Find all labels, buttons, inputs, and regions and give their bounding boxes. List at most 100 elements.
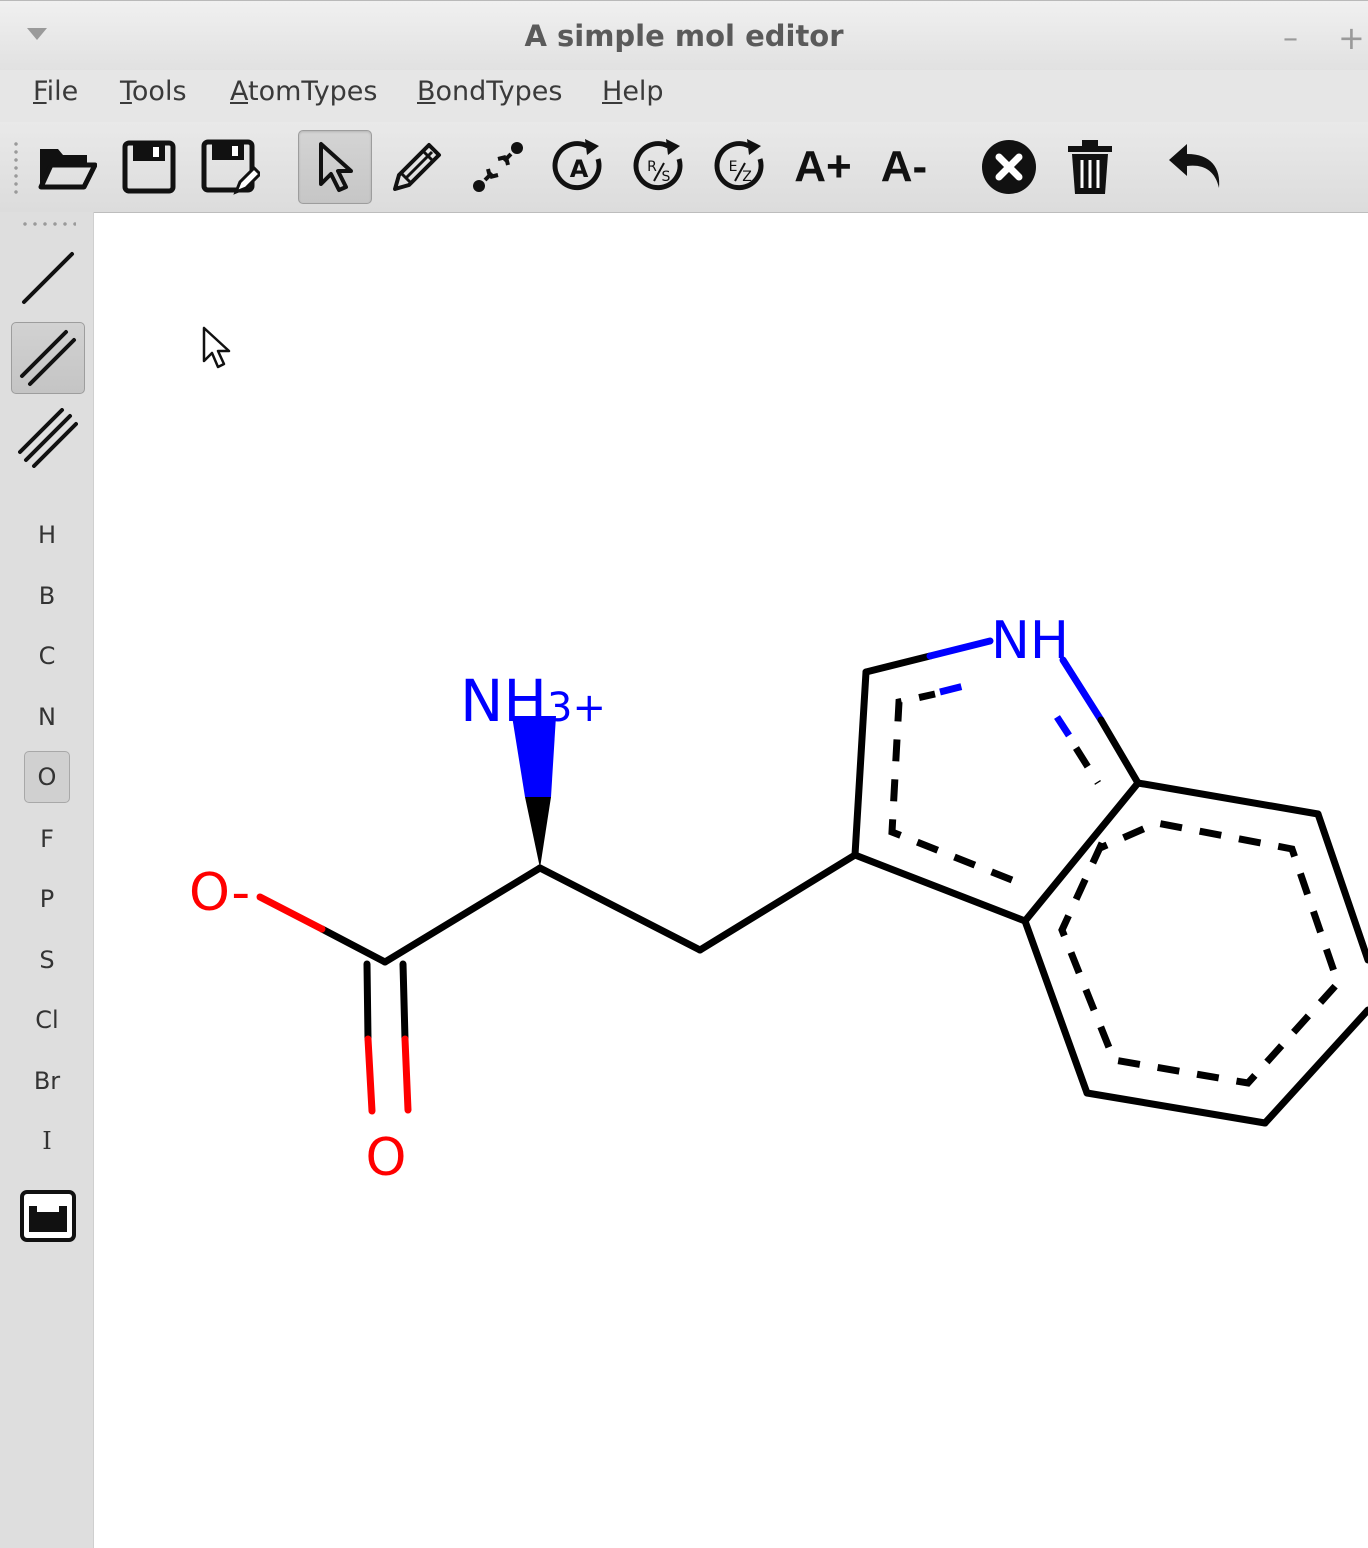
menu-bondtypes-accel: B (417, 76, 436, 107)
draw-tool-button[interactable] (380, 130, 454, 204)
bond-co-double-a-red (364, 1035, 376, 1115)
rs-stereo-button[interactable]: R S (623, 130, 697, 204)
aromatic-ring6-dash (1058, 819, 1342, 1087)
element-b-button[interactable]: B (24, 573, 70, 619)
bond-c3-c2 (851, 668, 870, 859)
menu-file-label: ile (46, 76, 79, 107)
title-bar: A simple mol editor – + (0, 0, 1368, 71)
menu-file[interactable]: File (33, 76, 78, 107)
save-button[interactable] (112, 130, 186, 204)
svg-text:Z: Z (742, 169, 752, 185)
menu-bondtypes[interactable]: BondTypes (417, 76, 562, 107)
element-n-button[interactable]: N (24, 694, 70, 740)
single-bond-button[interactable] (11, 242, 85, 314)
bond-c4-c4a (1083, 1089, 1269, 1127)
element-cl-button[interactable]: Cl (24, 997, 70, 1043)
periodic-table-button[interactable] (11, 1180, 85, 1252)
menu-help-accel: H (602, 76, 623, 107)
sidebar-grip[interactable] (20, 222, 76, 226)
bond-co-double-b-red (401, 1035, 412, 1114)
increase-charge-button[interactable]: A+ (786, 130, 860, 204)
carboxylate-oxygen-label: O- (189, 863, 250, 923)
svg-text:E: E (729, 159, 738, 175)
undo-icon (1169, 144, 1220, 188)
element-p-button[interactable]: P (24, 876, 70, 922)
menu-help-label: elp (622, 76, 664, 107)
menu-bondtypes-label: ondTypes (435, 76, 563, 107)
molecule-canvas[interactable]: NH 3+ O- O NH (94, 213, 1368, 1548)
element-br-button[interactable]: Br (24, 1058, 70, 1104)
save-as-button[interactable] (193, 130, 267, 204)
add-bond-icon (473, 142, 523, 192)
indole-nh-label: NH (991, 611, 1069, 671)
select-tool-button[interactable] (298, 130, 372, 204)
left-sidebar: H B C N O F P S Cl Br I (0, 212, 94, 1548)
menu-tools-accel: T (120, 76, 132, 107)
circled-a-icon: A (552, 139, 602, 191)
element-s-button[interactable]: S (24, 937, 70, 983)
bond-c7-c6 (1314, 810, 1368, 964)
add-bond-button[interactable] (461, 130, 535, 204)
element-f-button[interactable]: F (24, 816, 70, 862)
remove-atom-button[interactable] (972, 130, 1046, 204)
element-o-button[interactable]: O (24, 751, 70, 803)
svg-text:A: A (570, 155, 589, 183)
menu-bar: File Tools AtomTypes BondTypes Help (0, 70, 1368, 122)
minimize-button[interactable]: – (1283, 21, 1298, 56)
aromatic-ring5-dash-blue-2 (1054, 715, 1075, 742)
atom-mapping-button[interactable]: A (542, 130, 616, 204)
ez-stereo-button[interactable]: E Z (704, 130, 778, 204)
menu-atomtypes[interactable]: AtomTypes (230, 76, 378, 107)
bond-c4a-c3a (1021, 917, 1091, 1097)
element-c-button[interactable]: C (24, 633, 70, 679)
element-h-button[interactable]: H (24, 512, 70, 558)
save-as-icon (201, 139, 260, 195)
bond-co-double-a-black (363, 960, 372, 1043)
bond-carbonyl-o-minus-black (318, 925, 389, 966)
amine-charge-label: 3+ (547, 685, 606, 731)
rs-stereo-icon: R S (633, 139, 683, 191)
mouse-cursor-icon (202, 326, 231, 369)
menu-atomtypes-label: tomTypes (248, 76, 378, 107)
increase-charge-icon: A+ (794, 142, 852, 191)
bond-n1-c7a-black (1097, 716, 1142, 787)
bond-c2-n1-black (862, 652, 934, 676)
double-bond-button[interactable] (11, 322, 85, 394)
carbonyl-oxygen-label: O (366, 1128, 407, 1188)
clear-canvas-button[interactable] (1053, 130, 1127, 204)
remove-atom-icon (982, 140, 1036, 194)
main-toolbar: A R S E Z A+ A- (0, 122, 1368, 213)
menu-help[interactable]: Help (602, 76, 664, 107)
triple-bond-button[interactable] (11, 402, 85, 474)
menu-tools-label: ools (131, 76, 187, 107)
periodic-table-icon (20, 1190, 76, 1242)
menu-file-accel: F (33, 76, 47, 107)
bond-c5-c4 (1261, 1006, 1368, 1127)
trash-icon (1068, 140, 1112, 194)
menu-tools[interactable]: Tools (120, 76, 187, 107)
wedge-bond-black (525, 797, 551, 868)
double-bond-icon (20, 330, 76, 386)
element-i-button[interactable]: I (24, 1118, 70, 1164)
maximize-button[interactable]: + (1338, 19, 1365, 57)
molecule-drawing: NH 3+ O- O NH (189, 611, 1368, 1188)
undo-button[interactable] (1158, 130, 1232, 204)
aromatic-ring5-dash-blue (939, 680, 973, 696)
pencil-icon (393, 143, 441, 191)
bond-ch2-c3 (696, 851, 859, 954)
ez-stereo-icon: E Z (714, 139, 764, 191)
bond-co-double-b-black (399, 960, 409, 1043)
save-icon (122, 140, 176, 194)
menu-atomtypes-accel: A (230, 76, 248, 107)
aromatic-ring5-dash-black (888, 690, 1014, 884)
bond-c7a-c3a (1021, 779, 1142, 925)
decrease-charge-button[interactable]: A- (867, 130, 941, 204)
mol-editor-window: A simple mol editor – + File Tools AtomT… (0, 0, 1368, 1548)
toolbar-grip[interactable] (14, 140, 18, 198)
amine-label: NH (460, 667, 547, 735)
open-file-button[interactable] (30, 130, 104, 204)
decrease-charge-icon: A- (880, 142, 928, 191)
bond-c3a-c3 (851, 851, 1029, 925)
aromatic-ring5-dash-black-2 (1073, 746, 1101, 785)
bond-carbonyl-o-minus-red (256, 893, 326, 933)
